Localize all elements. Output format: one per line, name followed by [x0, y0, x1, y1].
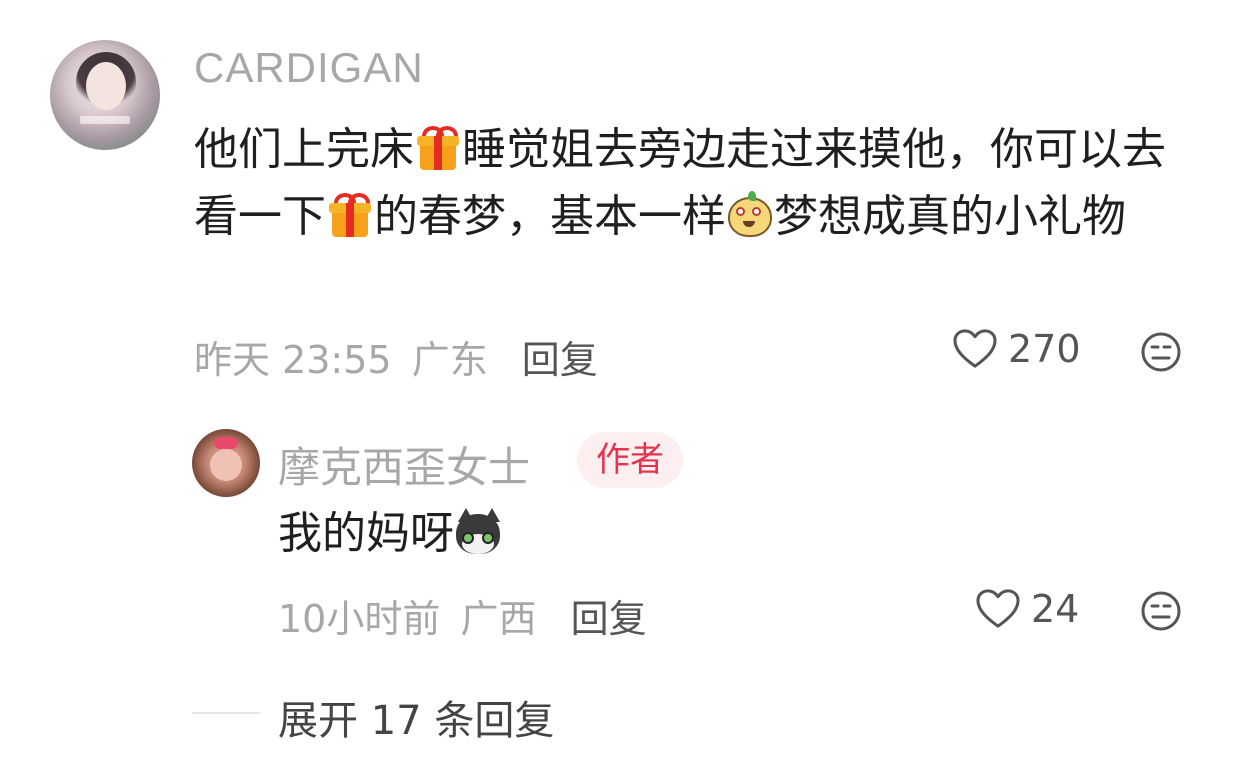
cat-emoji-icon: [454, 508, 502, 556]
comment-text-part: 梦想成真的小礼物: [774, 191, 1126, 242]
reply-button[interactable]: 回复: [522, 338, 598, 382]
comment-meta: 昨天 23:55 广东 回复: [194, 329, 598, 384]
reply-text: 我的妈呀: [278, 503, 502, 565]
bun-face-emoji-icon: [726, 191, 774, 239]
reply-time: 10小时前: [278, 597, 441, 641]
comment-text-part: 的春梦，基本一样: [374, 191, 726, 242]
comment-location: 广东: [411, 338, 488, 382]
reply-meta: 10小时前 广西 回复: [278, 588, 647, 643]
comment-text-part: 他们上完床: [194, 124, 414, 175]
reply-username[interactable]: 摩克西歪女士: [278, 434, 530, 495]
expand-divider: [192, 712, 260, 714]
commenter-username[interactable]: CARDIGAN: [194, 44, 424, 92]
reply-location: 广西: [460, 597, 537, 641]
reply-avatar[interactable]: [192, 429, 260, 497]
gift-emoji-icon: [414, 124, 462, 172]
reply-reply-button[interactable]: 回复: [571, 597, 647, 641]
heart-icon: [953, 329, 997, 368]
author-badge: 作者: [577, 432, 683, 488]
like-count: 270: [1008, 327, 1081, 371]
reply-text-content: 我的妈呀: [278, 508, 454, 559]
commenter-avatar[interactable]: [50, 40, 160, 150]
expand-replies-button[interactable]: 展开 17 条回复: [278, 688, 554, 746]
comment-text: 他们上完床 睡觉姐去旁边走过来摸他，你可以去看一下 的春梦，基本一样 梦想成真的小礼物: [194, 116, 1204, 250]
dislike-face-icon[interactable]: [1140, 331, 1182, 373]
reply-like-count: 24: [1031, 587, 1080, 631]
like-button[interactable]: 270: [952, 327, 1081, 371]
reply-dislike-face-icon[interactable]: [1140, 590, 1182, 632]
heart-icon: [976, 589, 1020, 628]
reply-like-button[interactable]: 24: [975, 587, 1079, 631]
comment-time: 昨天 23:55: [194, 338, 392, 382]
gift-emoji-icon: [326, 191, 374, 239]
comment-thread: CARDIGAN 他们上完床 睡觉姐去旁边走过来摸他，你可以去看一下 的春梦，基本一…: [0, 0, 1256, 779]
